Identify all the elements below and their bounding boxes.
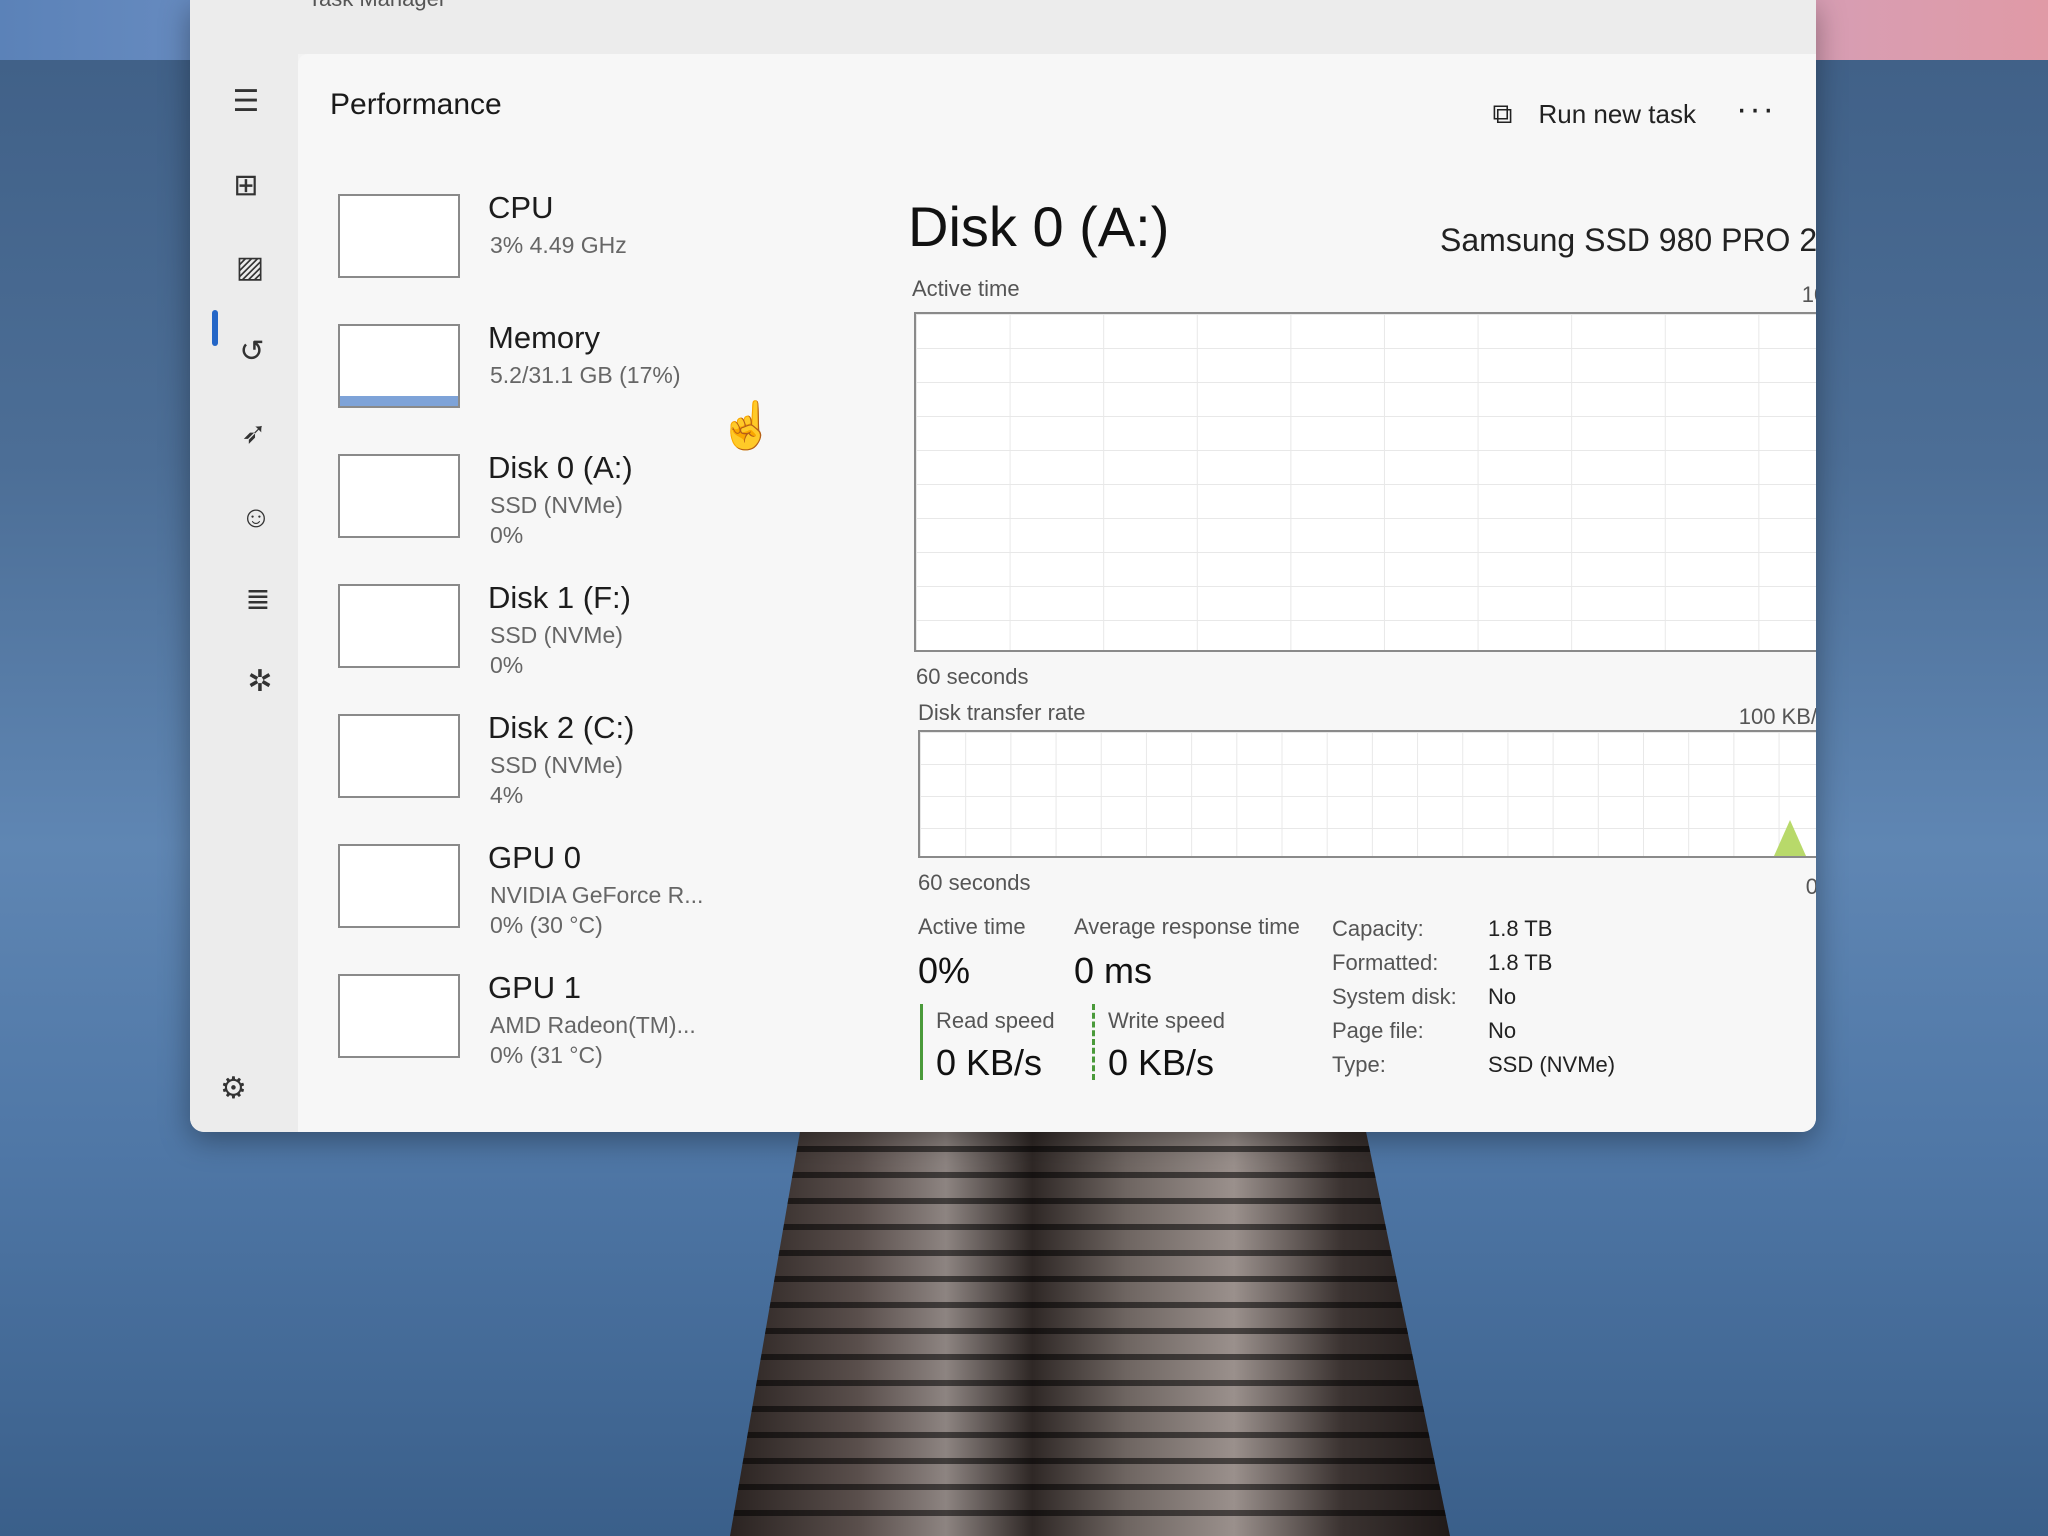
page-file-label: Page file: <box>1332 1018 1424 1043</box>
nav-rail: ☰ ⊞ ▨ ↺ ➶ ☺ ≣ ✲ ⚙ <box>190 54 298 1132</box>
disk-model: Samsung SSD 980 PRO 2TB <box>1440 222 1816 258</box>
page-file-value: No <box>1488 1018 1517 1043</box>
title-bar: Task Manager <box>190 0 1816 54</box>
run-task-icon: ⧉ <box>1492 98 1513 129</box>
app-history-icon[interactable]: ↺ <box>232 332 272 372</box>
active-time-stat-value: 0% <box>918 950 971 991</box>
resource-detail: SSD (NVMe) <box>490 492 623 518</box>
gpu-0-thumbnail-graph <box>338 844 460 928</box>
wallpaper-bridge <box>730 1120 1450 1536</box>
active-nav-indicator <box>212 310 218 346</box>
memory-thumbnail-graph <box>338 324 460 408</box>
resource-name: Disk 0 (A:) <box>488 450 633 485</box>
startup-apps-icon[interactable]: ➶ <box>234 414 274 454</box>
resource-item-disk-0[interactable]: Disk 0 (A:) SSD (NVMe) 0% <box>338 450 798 584</box>
read-speed-legend-line <box>920 1004 923 1080</box>
resource-name: GPU 0 <box>488 840 582 875</box>
performance-icon[interactable]: ▨ <box>230 248 270 288</box>
active-time-chart-label: Active time <box>912 276 1020 301</box>
resource-detail: 5.2/31.1 GB (17%) <box>490 362 681 388</box>
resource-item-disk-2[interactable]: Disk 2 (C:) SSD (NVMe) 4% <box>338 710 798 844</box>
active-time-stat-label: Active time <box>918 914 1026 939</box>
page-title: Performance <box>330 88 502 121</box>
run-new-task-button[interactable]: ⧉ Run new task <box>1492 94 1696 134</box>
resource-detail: NVIDIA GeForce R... <box>490 882 704 908</box>
avg-response-value: 0 ms <box>1074 950 1153 991</box>
transfer-rate-chart <box>918 730 1816 858</box>
processes-icon[interactable]: ⊞ <box>226 166 266 206</box>
read-speed-value: 0 KB/s <box>936 1042 1043 1083</box>
active-time-chart <box>914 312 1816 652</box>
settings-icon[interactable]: ⚙ <box>220 1071 247 1106</box>
resource-name: CPU <box>488 190 554 225</box>
resource-item-cpu[interactable]: CPU 3% 4.49 GHz <box>338 190 798 324</box>
resource-item-gpu-0[interactable]: GPU 0 NVIDIA GeForce R... 0% (30 °C) <box>338 840 798 974</box>
memory-usage-fill <box>340 396 458 406</box>
users-icon[interactable]: ☺ <box>236 498 276 538</box>
run-new-task-label: Run new task <box>1538 98 1696 129</box>
resource-detail: SSD (NVMe) <box>490 752 623 778</box>
read-speed-label: Read speed <box>936 1008 1055 1033</box>
transfer-chart-x-label: 60 seconds <box>918 870 1031 895</box>
active-time-chart-max: 100% <box>1801 282 1816 307</box>
disk-title: Disk 0 (A:) <box>908 195 1170 258</box>
cpu-thumbnail-graph <box>338 194 460 278</box>
active-time-chart-x-label: 60 seconds <box>916 664 1029 689</box>
resource-detail: SSD (NVMe) <box>490 622 623 648</box>
details-icon[interactable]: ≣ <box>238 580 278 620</box>
transfer-rate-spike <box>1774 820 1806 856</box>
disk-1-thumbnail-graph <box>338 584 460 668</box>
resource-item-disk-1[interactable]: Disk 1 (F:) SSD (NVMe) 0% <box>338 580 798 714</box>
resource-usage: 0% (31 °C) <box>490 1042 603 1068</box>
write-speed-value: 0 KB/s <box>1108 1042 1215 1083</box>
resource-usage: 0% <box>490 522 524 548</box>
resource-name: Disk 1 (F:) <box>488 580 631 615</box>
transfer-chart-label: Disk transfer rate <box>918 700 1086 725</box>
disk-2-thumbnail-graph <box>338 714 460 798</box>
resource-name: Memory <box>488 320 600 355</box>
resource-name: Disk 2 (C:) <box>488 710 635 745</box>
avg-response-label: Average response time <box>1074 914 1300 939</box>
disk-detail-panel: Disk 0 (A:) Samsung SSD 980 PRO 2TB Acti… <box>908 194 1816 1094</box>
resource-item-gpu-1[interactable]: GPU 1 AMD Radeon(TM)... 0% (31 °C) <box>338 970 798 1104</box>
capacity-label: Capacity: <box>1332 916 1424 941</box>
performance-page: Performance ⧉ Run new task ··· CPU 3% 4.… <box>298 54 1816 1132</box>
resource-detail: 3% 4.49 GHz <box>490 232 627 258</box>
type-value: SSD (NVMe) <box>1488 1052 1616 1077</box>
formatted-label: Formatted: <box>1332 950 1439 975</box>
resource-usage: 0% (30 °C) <box>490 912 603 938</box>
formatted-value: 1.8 TB <box>1488 950 1553 975</box>
resource-detail: AMD Radeon(TM)... <box>490 1012 696 1038</box>
write-speed-label: Write speed <box>1108 1008 1225 1033</box>
task-manager-window: Task Manager ☰ ⊞ ▨ ↺ ➶ ☺ ≣ ✲ ⚙ Performan… <box>190 0 1816 1132</box>
disk-0-thumbnail-graph <box>338 454 460 538</box>
capacity-value: 1.8 TB <box>1488 916 1553 941</box>
mouse-pointer-icon: ☝ <box>718 399 776 451</box>
services-icon[interactable]: ✲ <box>240 662 280 702</box>
hamburger-menu-icon[interactable]: ☰ <box>226 82 266 122</box>
write-speed-legend-line <box>1092 1004 1095 1080</box>
system-disk-label: System disk: <box>1332 984 1457 1009</box>
resource-usage: 4% <box>490 782 524 808</box>
resource-name: GPU 1 <box>488 970 582 1005</box>
gpu-1-thumbnail-graph <box>338 974 460 1058</box>
resource-list: CPU 3% 4.49 GHz Memory 5.2/31.1 GB (17%)… <box>338 190 798 1104</box>
window-title: Task Manager <box>308 0 446 12</box>
transfer-chart-min: 0 <box>1805 874 1816 899</box>
type-label: Type: <box>1332 1052 1386 1077</box>
more-options-button[interactable]: ··· <box>1736 90 1776 129</box>
resource-usage: 0% <box>490 652 524 678</box>
transfer-chart-max: 100 KB/s <box>1738 704 1816 729</box>
system-disk-value: No <box>1488 984 1517 1009</box>
